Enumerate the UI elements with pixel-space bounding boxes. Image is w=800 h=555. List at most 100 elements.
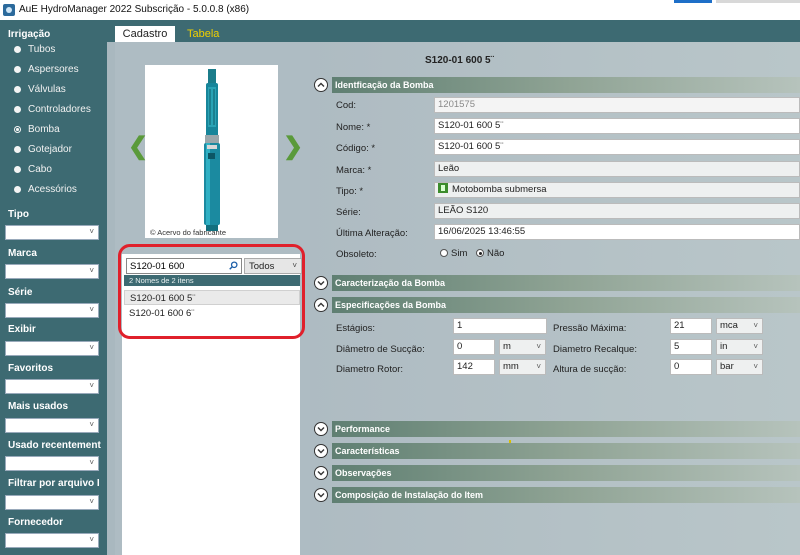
radio-selected-icon xyxy=(14,126,21,133)
filter-combo-arquivo[interactable]: ˅ xyxy=(5,495,99,510)
obsoleto-nao-radio[interactable]: Não xyxy=(476,248,504,259)
sidebar: Irrigação Tubos Aspersores Válvulas Cont… xyxy=(0,20,107,555)
sidebar-item-valvulas[interactable]: Válvulas xyxy=(14,84,66,95)
filter-label-serie: Série xyxy=(8,287,33,298)
section-caracterizacao[interactable]: Caracterização da Bomba xyxy=(332,275,800,291)
marca-select[interactable]: Leão xyxy=(434,161,800,177)
filter-label-fornecedor: Fornecedor xyxy=(8,517,64,528)
pressao-unit-select[interactable]: mca ˅ xyxy=(716,318,763,334)
pump-type-icon xyxy=(438,183,448,193)
diametro-recalque-field[interactable]: 5 xyxy=(670,339,712,355)
expand-icon[interactable] xyxy=(314,488,328,502)
expand-icon[interactable] xyxy=(314,444,328,458)
radio-icon xyxy=(14,66,21,73)
expand-icon[interactable] xyxy=(314,422,328,436)
filter-combo-usado-recentemente[interactable]: ˅ xyxy=(5,456,99,471)
tipo-select[interactable]: Motobomba submersa xyxy=(434,182,800,198)
filter-combo-fornecedor[interactable]: ˅ xyxy=(5,533,99,548)
obsoleto-sim-radio[interactable]: Sim xyxy=(440,248,467,259)
codigo-label: Código: * xyxy=(336,143,376,154)
sidebar-item-bomba[interactable]: Bomba xyxy=(14,124,60,135)
diametro-recalque-unit-select[interactable]: in ˅ xyxy=(716,339,763,355)
altura-succao-unit-select[interactable]: bar ˅ xyxy=(716,359,763,375)
expand-icon[interactable] xyxy=(314,466,328,480)
collapse-icon[interactable] xyxy=(314,298,328,312)
filter-combo-mais-usados[interactable]: ˅ xyxy=(5,418,99,433)
chevron-down-icon: ˅ xyxy=(536,362,541,371)
tab-tabela[interactable]: Tabela xyxy=(187,26,219,42)
chevron-down-icon: ˅ xyxy=(753,321,758,330)
tipo-label: Tipo: * xyxy=(336,186,364,197)
estagios-field[interactable]: 1 xyxy=(453,318,547,334)
chevron-down-icon: ˅ xyxy=(89,497,94,506)
filter-label-arquivo: Filtrar por arquivo I xyxy=(8,478,100,489)
chevron-down-icon: ˅ xyxy=(89,381,94,390)
chevron-down-icon: ˅ xyxy=(89,458,94,467)
title-accent-2 xyxy=(716,0,800,3)
pump-image xyxy=(145,65,278,238)
filter-combo-marca[interactable]: ˅ xyxy=(5,264,99,279)
marca-label: Marca: * xyxy=(336,165,372,176)
filter-combo-favoritos[interactable]: ˅ xyxy=(5,379,99,394)
diametro-succao-label: Diâmetro de Sucção: xyxy=(336,344,425,355)
expand-icon[interactable] xyxy=(314,276,328,290)
radio-icon xyxy=(14,166,21,173)
radio-icon xyxy=(14,86,21,93)
sidebar-item-cabo[interactable]: Cabo xyxy=(14,164,52,175)
filter-label-marca: Marca xyxy=(8,248,37,259)
pressao-label: Pressão Máxima: xyxy=(553,323,627,334)
diametro-succao-unit-select[interactable]: m ˅ xyxy=(499,339,546,355)
estagios-label: Estágios: xyxy=(336,323,376,334)
pressao-field[interactable]: 21 xyxy=(670,318,712,334)
sidebar-item-controladores[interactable]: Controladores xyxy=(14,104,91,115)
diametro-rotor-label: Diametro Rotor: xyxy=(336,364,404,375)
altura-succao-field[interactable]: 0 xyxy=(670,359,712,375)
section-observacoes[interactable]: Observações xyxy=(332,465,800,481)
radio-icon xyxy=(14,46,21,53)
chevron-down-icon: ˅ xyxy=(536,342,541,351)
chevron-down-icon: ˅ xyxy=(89,420,94,429)
sidebar-item-aspersores[interactable]: Aspersores xyxy=(14,64,79,75)
sidebar-item-gotejador[interactable]: Gotejador xyxy=(14,144,72,155)
section-especificacoes[interactable]: Especificações da Bomba xyxy=(332,297,800,313)
chevron-down-icon: ˅ xyxy=(89,266,94,275)
section-composicao[interactable]: Composição de Instalação do Item xyxy=(332,487,800,503)
diametro-rotor-field[interactable]: 142 xyxy=(453,359,495,375)
window-title: AuE HydroManager 2022 Subscrição - 5.0.0… xyxy=(19,4,250,15)
chevron-down-icon: ˅ xyxy=(89,227,94,236)
chevron-down-icon: ˅ xyxy=(753,362,758,371)
previous-arrow-icon[interactable]: ❮ xyxy=(128,132,148,161)
filter-label-exibir: Exibir xyxy=(8,324,36,335)
chevron-down-icon: ˅ xyxy=(89,343,94,352)
section-performance[interactable]: Performance xyxy=(332,421,800,437)
obsoleto-label: Obsoleto: xyxy=(336,249,377,260)
chevron-down-icon: ˅ xyxy=(753,342,758,351)
serie-select[interactable]: LEÃO S120 xyxy=(434,203,800,219)
section-identificacao[interactable]: Identficação da Bomba xyxy=(332,77,800,93)
cod-field: 1201575 xyxy=(434,97,800,113)
radio-icon xyxy=(14,146,21,153)
filter-combo-serie[interactable]: ˅ xyxy=(5,303,99,318)
filter-label-usado-recentemente: Usado recentement xyxy=(8,440,101,451)
altura-succao-label: Altura de sucção: xyxy=(553,364,627,375)
radio-icon xyxy=(14,186,21,193)
chevron-down-icon: ˅ xyxy=(89,305,94,314)
section-caracteristicas[interactable]: Características xyxy=(332,443,800,459)
tab-cadastro[interactable]: Cadastro xyxy=(115,26,175,42)
cod-label: Cod: xyxy=(336,100,357,111)
chevron-down-icon: ˅ xyxy=(89,535,94,544)
sidebar-item-acessorios[interactable]: Acessórios xyxy=(14,184,77,195)
filter-label-mais-usados: Mais usados xyxy=(8,401,69,412)
diametro-rotor-unit-select[interactable]: mm ˅ xyxy=(499,359,546,375)
filter-combo-exibir[interactable]: ˅ xyxy=(5,341,99,356)
next-arrow-icon[interactable]: ❯ xyxy=(283,132,303,161)
nome-field[interactable]: S120-01 600 5¨ xyxy=(434,118,800,134)
diametro-succao-field[interactable]: 0 xyxy=(453,339,495,355)
nome-label: Nome: * xyxy=(336,122,371,133)
sidebar-heading-irrigacao: Irrigação xyxy=(8,29,51,40)
codigo-field[interactable]: S120-01 600 5¨ xyxy=(434,139,800,155)
filter-combo-tipo[interactable]: ˅ xyxy=(5,225,99,240)
sidebar-item-tubos[interactable]: Tubos xyxy=(14,44,55,55)
collapse-icon[interactable] xyxy=(314,78,328,92)
app-icon xyxy=(3,4,15,16)
